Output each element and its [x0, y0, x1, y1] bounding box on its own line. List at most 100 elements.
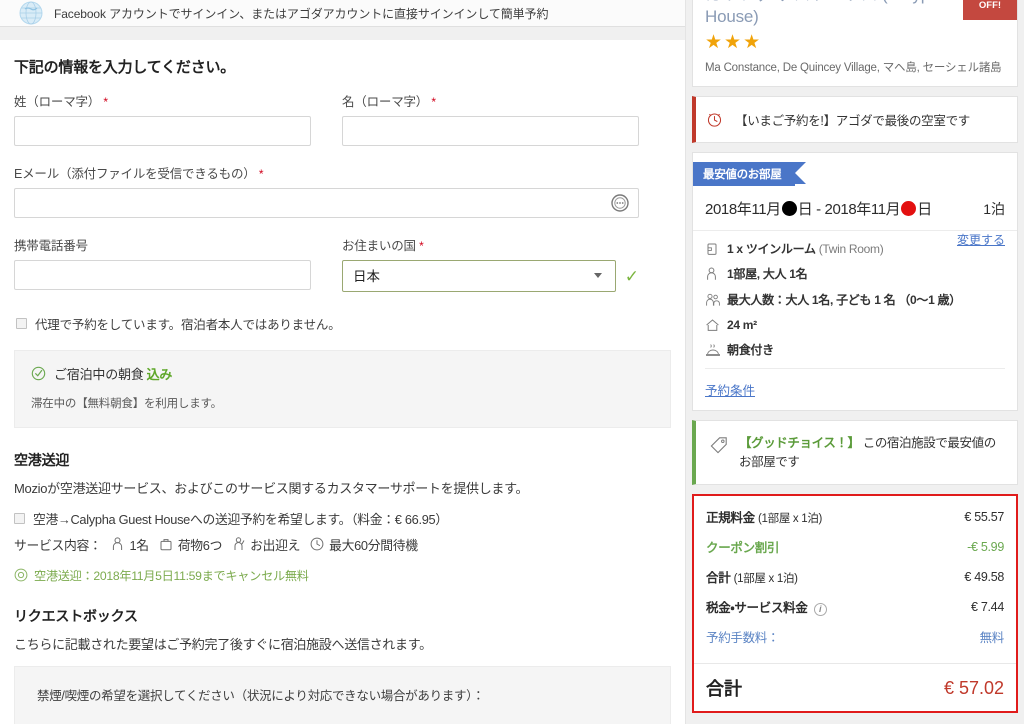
room-detail-area: 24 m² — [705, 317, 1005, 334]
booking-page: Facebook アカウントでサインイン、またはアゴダアカウントに直接サインイン… — [0, 0, 1024, 724]
form-title: 下記の情報を入力してください。 — [14, 59, 236, 76]
room-detail-breakfast: 朝食付き — [705, 342, 1005, 359]
price-total-row: 合計 € 57.02 — [694, 663, 1016, 711]
breakfast-heading: ご宿泊中の朝食 — [54, 367, 144, 382]
room-area-text: 24 m² — [727, 318, 757, 333]
hotel-header-card: 11% OFF! カリファ ゲストハウス (Calypha Guest Hous… — [692, 0, 1018, 87]
checkout-suffix: 日 — [917, 200, 932, 218]
good-choice-text: 【グッドチョイス！】 この宿泊施設で最安値のお部屋です — [739, 434, 1005, 472]
last-name-input[interactable] — [14, 116, 311, 146]
person-icon — [705, 266, 727, 281]
occupancy-text: 1部屋, 大人 1名 — [727, 267, 808, 282]
price-rows: 正規料金 (1部屋 x 1泊) € 55.57 クーポン割引 -€ 5.99 合… — [694, 496, 1016, 663]
service-item-passengers: 1名 — [111, 535, 149, 554]
country-select[interactable]: 日本 — [342, 260, 616, 292]
room-type-sub: (Twin Room) — [818, 241, 884, 256]
airport-transfer-checkbox[interactable] — [14, 513, 25, 524]
checkin-day-redaction — [781, 200, 797, 216]
room-detail-max-occupancy: 最大人数：大人 1名, 子ども 1 名 （0〜1 歳） — [705, 292, 1005, 309]
price-row-coupon: クーポン割引 -€ 5.99 — [706, 537, 1004, 556]
service-item-text: 1名 — [129, 537, 149, 553]
check-circle-icon — [31, 366, 46, 381]
service-item-text: 最大60分間待機 — [329, 537, 418, 553]
service-item-luggage: 荷物6つ — [159, 535, 222, 554]
price-label-note: (1部屋 x 1泊) — [758, 513, 823, 526]
phone-input[interactable] — [14, 260, 311, 290]
proxy-booking-checkbox-row[interactable]: 代理で予約をしています。宿泊者本人ではありません。 — [16, 314, 671, 333]
price-label: 税金・サービス料金 i — [706, 597, 827, 616]
email-field: Eメール（添付ファイルを受信できるもの） * — [14, 163, 639, 218]
max-occupancy-text: 最大人数：大人 1名, 子ども 1 名 （0〜1 歳） — [727, 292, 961, 307]
total-value: € 57.02 — [943, 677, 1004, 698]
urgency-alert: 【いまご予約を!】アゴダで最後の空室です — [692, 95, 1018, 143]
free-cancellation-text: 空港送迎：2018年11月5日11:59までキャンセル無料 — [34, 568, 309, 583]
email-input[interactable] — [14, 188, 639, 218]
breakfast-included-text: 朝食付き — [727, 343, 774, 358]
room-detail-text: 最大人数：大人 1名, 子ども 1 名 （0〜1 歳） — [727, 292, 961, 309]
price-row-base: 正規料金 (1部屋 x 1泊) € 55.57 — [706, 507, 1004, 526]
service-item-wait: 最大60分間待機 — [310, 535, 418, 554]
email-input-wrap — [14, 188, 639, 218]
change-room-link[interactable]: 変更する — [957, 231, 1005, 248]
breakfast-included-badge: 込み — [146, 367, 173, 382]
bed-icon — [705, 241, 727, 256]
first-name-label: 名（ローマ字） * — [342, 91, 639, 110]
room-detail-text: 1部屋, 大人 1名 — [727, 266, 808, 283]
country-field: お住まいの国 * 日本 ✓ — [342, 235, 639, 292]
first-name-field: 名（ローマ字） * — [342, 91, 639, 146]
checkin-suffix: 日 — [797, 200, 813, 218]
price-label: クーポン割引 — [706, 541, 780, 556]
good-choice-card: 【グッドチョイス！】 この宿泊施設で最安値のお部屋です — [692, 419, 1018, 486]
required-mark: * — [419, 239, 424, 253]
globe-icon — [12, 0, 50, 26]
price-label: 予約手数料： — [706, 631, 780, 646]
room-detail-text: 24 m² — [727, 317, 757, 334]
booking-form-column: Facebook アカウントでサインイン、またはアゴダアカウントに直接サインイン… — [0, 0, 686, 724]
last-name-field: 姓（ローマ字） * — [14, 91, 311, 146]
phone-field: 携帯電話番号 — [14, 235, 311, 292]
hotel-name: カリファ ゲストハウス (Calypha Guest House) — [705, 0, 998, 27]
greeter-icon — [232, 537, 245, 551]
required-mark: * — [258, 167, 264, 181]
price-value: € 49.58 — [964, 569, 1004, 584]
check-icon: ✓ — [624, 266, 639, 286]
booking-conditions-link[interactable]: 予約条件 — [705, 380, 755, 399]
first-name-label-text: 名（ローマ字） — [342, 95, 429, 109]
room-detail-text: 朝食付き — [727, 342, 774, 359]
phone-country-row: 携帯電話番号 お住まいの国 * 日本 ✓ — [14, 235, 671, 292]
price-label-text: 合計 — [706, 571, 731, 586]
alarm-clock-icon — [706, 111, 723, 128]
group-icon — [705, 292, 727, 307]
price-value: 無料 — [979, 631, 1005, 646]
price-label: 合計 (1部屋 x 1泊) — [706, 567, 798, 586]
room-summary-card: 最安値のお部屋 2018年11月日 - 2018年11月日 1泊 変更する 1 … — [692, 151, 1018, 411]
price-value: € 7.44 — [971, 599, 1004, 614]
required-mark: * — [103, 95, 108, 109]
signin-banner-text: Facebook アカウントでサインイン、またはアゴダアカウントに直接サインイン… — [54, 6, 549, 21]
price-breakdown-card: 正規料金 (1部屋 x 1泊) € 55.57 クーポン割引 -€ 5.99 合… — [692, 494, 1018, 714]
airport-transfer-checkbox-row[interactable]: 空港→Calypha Guest Houseへの送迎予約を希望します。（料金：€… — [14, 510, 671, 530]
clock-icon — [310, 537, 324, 551]
service-item-text: 荷物6つ — [177, 537, 223, 553]
email-label: Eメール（添付ファイルを受信できるもの） * — [14, 163, 639, 182]
room-detail-occupancy: 1部屋, 大人 1名 — [705, 266, 1005, 283]
first-name-input[interactable] — [342, 116, 639, 146]
checkout-day-redaction — [901, 200, 917, 216]
airport-transfer-description: Mozioが空港送迎サービス、およびこのサービス関するカスタマーサポートを提供し… — [14, 481, 529, 496]
last-name-label: 姓（ローマ字） * — [14, 91, 311, 110]
signin-banner[interactable]: Facebook アカウントでサインイン、またはアゴダアカウントに直接サインイン… — [0, 0, 685, 27]
airport-transfer-heading: 空港送迎 — [14, 452, 70, 468]
info-icon[interactable]: i — [813, 602, 827, 616]
room-detail-text: 1 x ツインルーム (Twin Room) — [727, 241, 884, 258]
country-select-wrap: 日本 ✓ — [342, 260, 639, 292]
price-row-booking-fee: 予約手数料： 無料 — [706, 627, 1004, 646]
breakfast-panel: ご宿泊中の朝食 込み 滞在中の【無料朝食】を利用します。 — [14, 350, 671, 428]
stay-dates: 2018年11月日 - 2018年11月日 — [705, 198, 932, 219]
airport-transfer-service-line: サービス内容： 1名 荷物6つ お出迎え 最大60分間待機 — [14, 535, 671, 554]
proxy-booking-checkbox[interactable] — [16, 318, 27, 329]
checkin-date: 2018年11月 — [705, 200, 781, 218]
room-detail-list: 変更する 1 x ツインルーム (Twin Room) 1部屋, 大人 1名 最… — [693, 231, 1017, 360]
price-row-tax: 税金・サービス料金 i € 7.44 — [706, 597, 1004, 616]
